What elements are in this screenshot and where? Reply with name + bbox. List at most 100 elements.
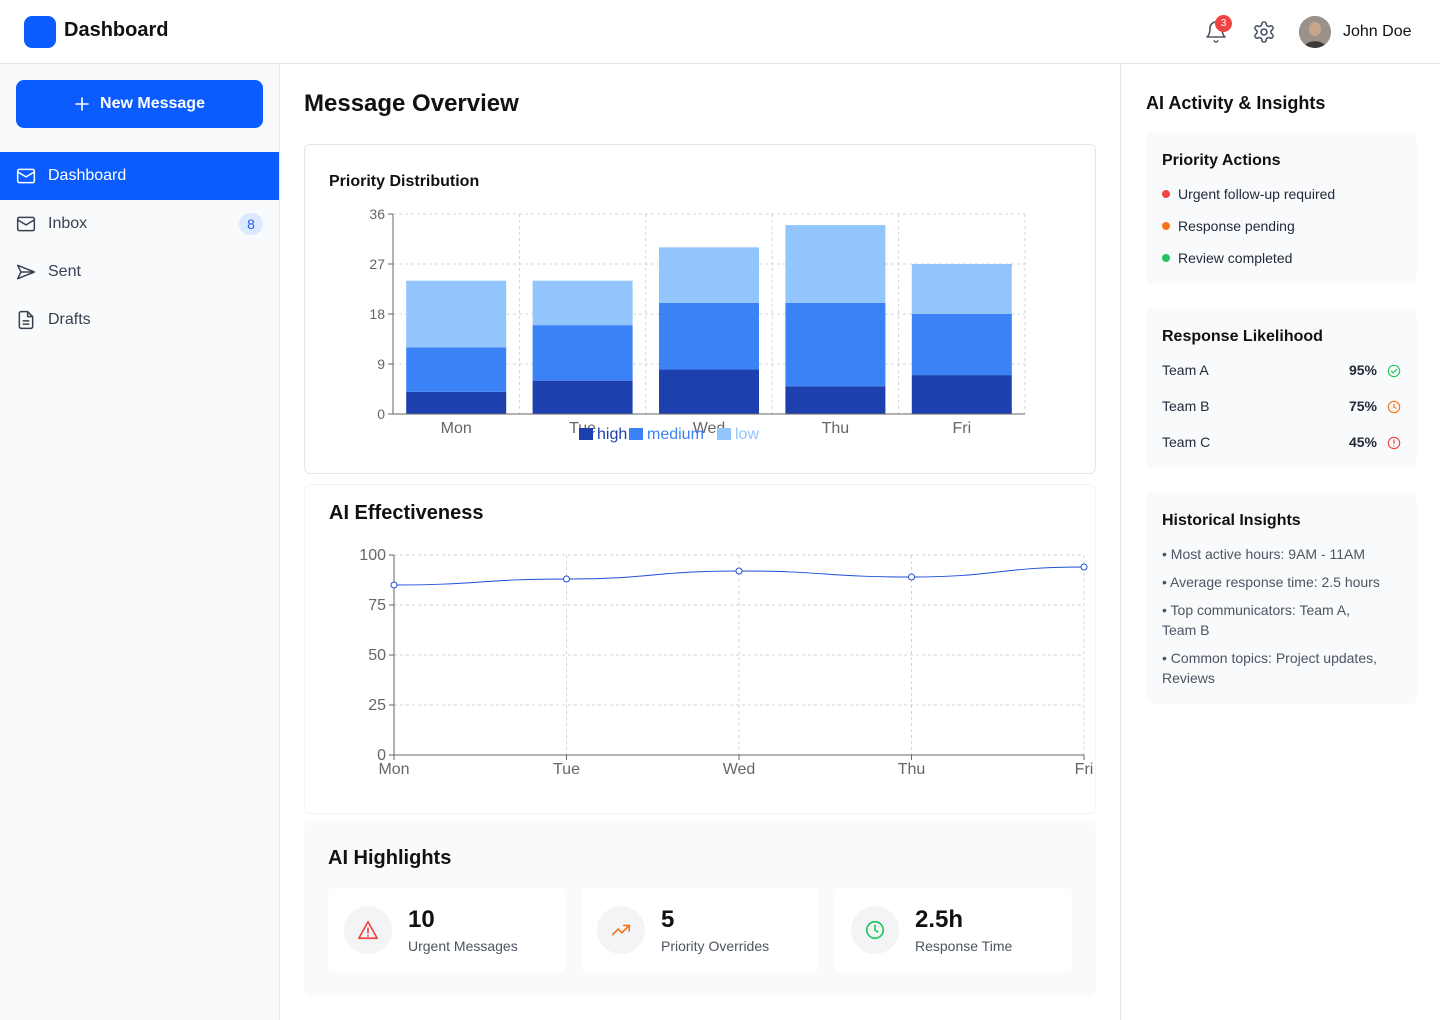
data-point xyxy=(735,567,743,575)
new-message-label: New Message xyxy=(100,95,205,112)
bar-segment xyxy=(785,386,886,414)
legend-swatch xyxy=(717,428,731,440)
legend-label: medium xyxy=(647,426,704,443)
clock-icon xyxy=(1387,400,1401,414)
check-circle-icon xyxy=(1387,364,1401,378)
response-likelihood-card: Response Likelihood Team A 95% Team B 75… xyxy=(1146,308,1417,468)
action-label: Urgent follow-up required xyxy=(1178,186,1336,202)
highlight-label: Urgent Messages xyxy=(408,938,518,954)
highlight-card-response-time[interactable]: 2.5h Response Time xyxy=(835,888,1072,972)
bar-segment xyxy=(659,247,759,303)
highlight-label: Priority Overrides xyxy=(661,938,770,954)
team-name: Team B xyxy=(1162,398,1210,414)
x-tick-label: Tue xyxy=(553,761,580,778)
highlight-card-urgent[interactable]: 10 Urgent Messages xyxy=(328,888,565,972)
sidebar-item-dashboard[interactable]: Dashboard xyxy=(0,152,279,200)
x-tick-label: Thu xyxy=(822,420,850,437)
priority-actions-card: Priority Actions Urgent follow-up requir… xyxy=(1146,132,1417,284)
card-title: Priority Actions xyxy=(1162,152,1281,169)
clock-icon xyxy=(851,906,899,954)
card-title: Response Likelihood xyxy=(1162,328,1323,345)
data-point xyxy=(390,581,398,589)
sidebar-item-inbox[interactable]: Inbox 8 xyxy=(0,200,279,248)
bar-segment xyxy=(911,375,1012,414)
bar-segment xyxy=(532,380,633,414)
new-message-button[interactable]: New Message xyxy=(16,80,263,128)
effectiveness-line-chart: 0255075100Mon Tue Wed Thu Fri xyxy=(359,547,1093,778)
user-name[interactable]: John Doe xyxy=(1343,23,1412,41)
top-header: Dashboard 3 John Doe xyxy=(0,0,1440,64)
section-title: AI Highlights xyxy=(328,847,452,869)
page-title: Message Overview xyxy=(304,90,519,117)
likelihood-row: Team B 75% xyxy=(1162,398,1401,418)
send-icon xyxy=(16,264,36,280)
mail-icon xyxy=(16,216,36,232)
priority-action-item[interactable]: Review completed xyxy=(1162,250,1292,266)
sidebar-item-drafts[interactable]: Drafts xyxy=(0,296,279,344)
likelihood-percent: 75% xyxy=(1348,398,1377,414)
card-title: Historical Insights xyxy=(1162,512,1301,529)
bar-segment xyxy=(911,264,1012,314)
ai-effectiveness-card: AI Effectiveness 0 25 50 75 100 Mon Tue Wed Thu F… xyxy=(304,484,1096,814)
insight-item: • Common topics: Project updates, Review… xyxy=(1162,650,1377,686)
y-tick-label: 75 xyxy=(368,597,386,614)
bar-segment xyxy=(785,302,886,387)
legend-label: high xyxy=(597,426,627,443)
alert-circle-icon xyxy=(1387,436,1401,450)
data-point xyxy=(908,573,915,581)
y-tick-label: 100 xyxy=(359,547,386,564)
sidebar-item-label: Inbox xyxy=(48,215,88,232)
x-tick-label: Wed xyxy=(723,761,756,778)
app-title: Dashboard xyxy=(64,19,169,41)
gear-icon[interactable] xyxy=(1252,20,1276,44)
priority-action-item[interactable]: Response pending xyxy=(1162,218,1295,234)
bar-segment xyxy=(532,280,633,326)
team-name: Team A xyxy=(1162,362,1209,378)
notification-badge: 3 xyxy=(1215,15,1232,32)
team-name: Team C xyxy=(1162,434,1211,450)
bar-segment xyxy=(406,391,507,414)
likelihood-row: Team A 95% xyxy=(1162,362,1401,382)
sidebar-item-label: Dashboard xyxy=(48,167,127,184)
status-dot xyxy=(1162,254,1170,262)
document-icon xyxy=(18,310,34,330)
priority-bar-chart: 09182736MonTueWedThuFrihighmediumlow xyxy=(369,206,1026,443)
y-tick-label: 9 xyxy=(377,356,385,372)
bar-segment xyxy=(911,314,1012,376)
app-logo[interactable] xyxy=(24,16,56,48)
y-tick-label: 27 xyxy=(369,256,385,272)
likelihood-percent: 95% xyxy=(1348,362,1377,378)
y-tick-label: 50 xyxy=(368,647,386,664)
insight-item: • Most active hours: 9AM - 11AM xyxy=(1162,546,1366,562)
highlight-value: 10 xyxy=(408,906,435,933)
priority-action-item[interactable]: Urgent follow-up required xyxy=(1162,186,1335,202)
x-tick-label: Thu xyxy=(898,761,926,778)
panel-title: AI Activity & Insights xyxy=(1146,93,1326,113)
highlight-card-overrides[interactable]: 5 Priority Overrides xyxy=(581,888,818,972)
bar-segment xyxy=(785,225,886,303)
bar-segment xyxy=(659,302,759,370)
highlight-value: 2.5h xyxy=(915,906,964,933)
x-tick-label: Mon xyxy=(378,761,409,778)
legend-swatch xyxy=(579,428,593,440)
priority-distribution-card: Priority Distribution 09182736MonTueWedT… xyxy=(304,144,1096,474)
likelihood-percent: 45% xyxy=(1348,434,1377,450)
action-label: Review completed xyxy=(1178,250,1293,266)
bar-segment xyxy=(659,369,759,414)
sidebar-item-label: Drafts xyxy=(48,311,91,328)
legend-swatch xyxy=(629,428,643,440)
avatar[interactable] xyxy=(1299,16,1331,48)
legend-label: low xyxy=(735,426,759,443)
data-point xyxy=(1080,563,1088,571)
action-label: Response pending xyxy=(1178,218,1295,234)
x-tick-label: Mon xyxy=(441,420,472,437)
data-point xyxy=(563,575,570,583)
insight-item: • Top communicators: Team A, Team B xyxy=(1162,602,1351,638)
likelihood-row: Team C 45% xyxy=(1162,434,1401,454)
y-tick-label: 18 xyxy=(369,306,385,322)
status-dot xyxy=(1162,190,1170,198)
warning-icon xyxy=(344,906,392,954)
x-tick-label: Fri xyxy=(952,420,971,437)
y-tick-label: 25 xyxy=(368,697,386,714)
sidebar-item-sent[interactable]: Sent xyxy=(0,248,279,296)
